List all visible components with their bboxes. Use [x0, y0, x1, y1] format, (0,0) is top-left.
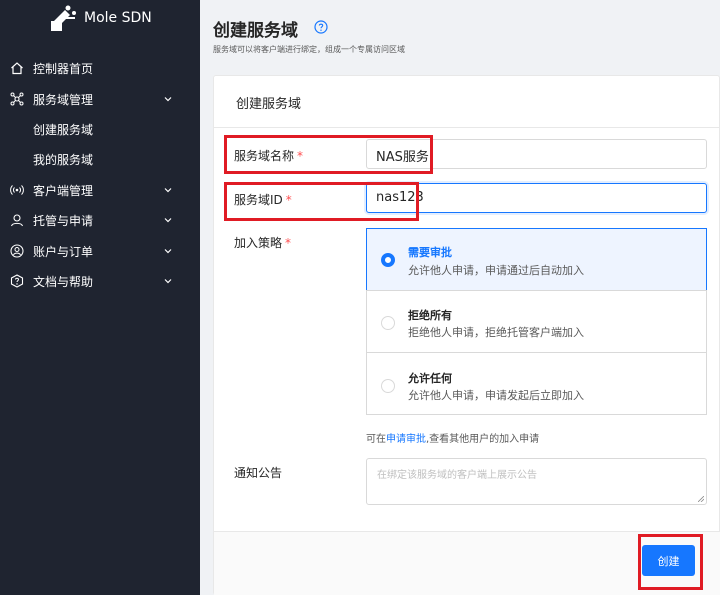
policy-hint: 可在申请审批,查看其他用户的加入申请 — [366, 430, 539, 445]
resize-grip-icon[interactable] — [698, 496, 704, 502]
question-shield-icon — [10, 274, 24, 288]
hint-prefix: 可在 — [366, 434, 386, 445]
sidebar-item-label: 控制器首页 — [33, 62, 94, 76]
join-policy-label: 加入策略 * — [234, 234, 291, 251]
join-policy-label-text: 加入策略 — [234, 236, 283, 250]
user-circle-icon — [10, 244, 24, 258]
sidebar-subitem-my-domains[interactable]: 我的服务域 — [33, 151, 93, 168]
domain-name-label: 服务域名称 * — [234, 147, 303, 164]
page-title: 创建服务域 — [213, 21, 298, 41]
policy-option-title: 拒绝所有 — [408, 309, 452, 322]
domain-id-label-text: 服务域ID — [234, 193, 283, 207]
home-icon — [11, 62, 23, 75]
create-button[interactable]: 创建 — [642, 545, 695, 576]
required-mark: * — [285, 193, 292, 207]
sidebar-subitem-create-domain[interactable]: 创建服务域 — [33, 121, 93, 138]
sidebar-item-label: 托管与申请 — [33, 214, 94, 228]
review-requests-link[interactable]: 申请审批 — [386, 434, 426, 445]
card-title: 创建服务域 — [236, 97, 302, 112]
chevron-down-icon — [164, 218, 172, 223]
domain-name-label-text: 服务域名称 — [234, 149, 295, 163]
sidebar-item-hosting-requests[interactable]: 托管与申请 — [0, 207, 200, 233]
policy-option-desc: 允许他人申请，申请发起后立即加入 — [408, 389, 584, 402]
sidebar-item-domain-management[interactable]: 服务域管理 — [0, 86, 200, 112]
domain-id-input[interactable]: nas123 — [366, 183, 707, 213]
sidebar: Mole SDN 控制器首页 服务域管理 创建服务域 我的服务域 客户端管理 托… — [0, 0, 200, 595]
brand-name: Mole SDN — [84, 10, 152, 26]
policy-option-title: 需要审批 — [408, 246, 452, 259]
sidebar-item-docs-help[interactable]: 文档与帮助 — [0, 268, 200, 294]
policy-option-allow-any[interactable]: 允许任何 允许他人申请，申请发起后立即加入 — [366, 352, 707, 415]
radio-unchecked-icon[interactable] — [381, 316, 395, 330]
policy-option-desc: 允许他人申请，申请通过后自动加入 — [408, 264, 584, 277]
rocket-logo-icon — [51, 5, 76, 31]
domain-id-label: 服务域ID * — [234, 191, 292, 208]
notice-textarea[interactable]: 在绑定该服务域的客户端上展示公告 — [366, 458, 707, 505]
sidebar-item-dashboard[interactable]: 控制器首页 — [0, 55, 200, 81]
sidebar-item-label: 服务域管理 — [33, 93, 94, 107]
help-icon[interactable] — [314, 20, 328, 34]
policy-option-title: 允许任何 — [408, 372, 452, 385]
card-header: 创建服务域 — [214, 76, 720, 128]
required-mark: * — [297, 149, 304, 163]
brand-logo[interactable]: Mole SDN — [48, 3, 152, 33]
create-domain-card: 创建服务域 服务域名称 * NAS服务 服务域ID * nas123 加入策略 * 需… — [213, 75, 720, 595]
chevron-down-icon — [164, 249, 172, 254]
sidebar-item-client-management[interactable]: 客户端管理 — [0, 177, 200, 203]
notice-label: 通知公告 — [234, 466, 283, 480]
domain-name-input[interactable]: NAS服务 — [366, 139, 707, 169]
radio-checked-icon[interactable] — [381, 253, 395, 267]
sidebar-item-label: 文档与帮助 — [33, 275, 94, 289]
page-description: 服务域可以将客户端进行绑定，组成一个专属访问区域 — [213, 45, 405, 54]
chevron-down-icon — [164, 279, 172, 284]
users-icon — [10, 214, 24, 227]
required-mark: * — [285, 236, 292, 250]
policy-option-require-approval[interactable]: 需要审批 允许他人申请，申请通过后自动加入 — [366, 228, 707, 291]
chevron-down-icon — [164, 188, 172, 193]
notice-placeholder: 在绑定该服务域的客户端上展示公告 — [377, 470, 537, 481]
policy-option-reject-all[interactable]: 拒绝所有 拒绝他人申请，拒绝托管客户端加入 — [366, 290, 707, 353]
broadcast-icon — [10, 185, 24, 195]
policy-option-desc: 拒绝他人申请，拒绝托管客户端加入 — [408, 326, 584, 339]
radio-unchecked-icon[interactable] — [381, 379, 395, 393]
sidebar-item-label: 客户端管理 — [33, 184, 94, 198]
sidebar-item-account-orders[interactable]: 账户与订单 — [0, 238, 200, 264]
hint-suffix: ,查看其他用户的加入申请 — [426, 434, 540, 445]
sidebar-item-label: 账户与订单 — [33, 245, 94, 259]
network-icon — [10, 92, 24, 106]
chevron-down-icon — [164, 97, 172, 102]
main-content: 创建服务域 服务域可以将客户端进行绑定，组成一个专属访问区域 创建服务域 服务域… — [200, 0, 720, 595]
